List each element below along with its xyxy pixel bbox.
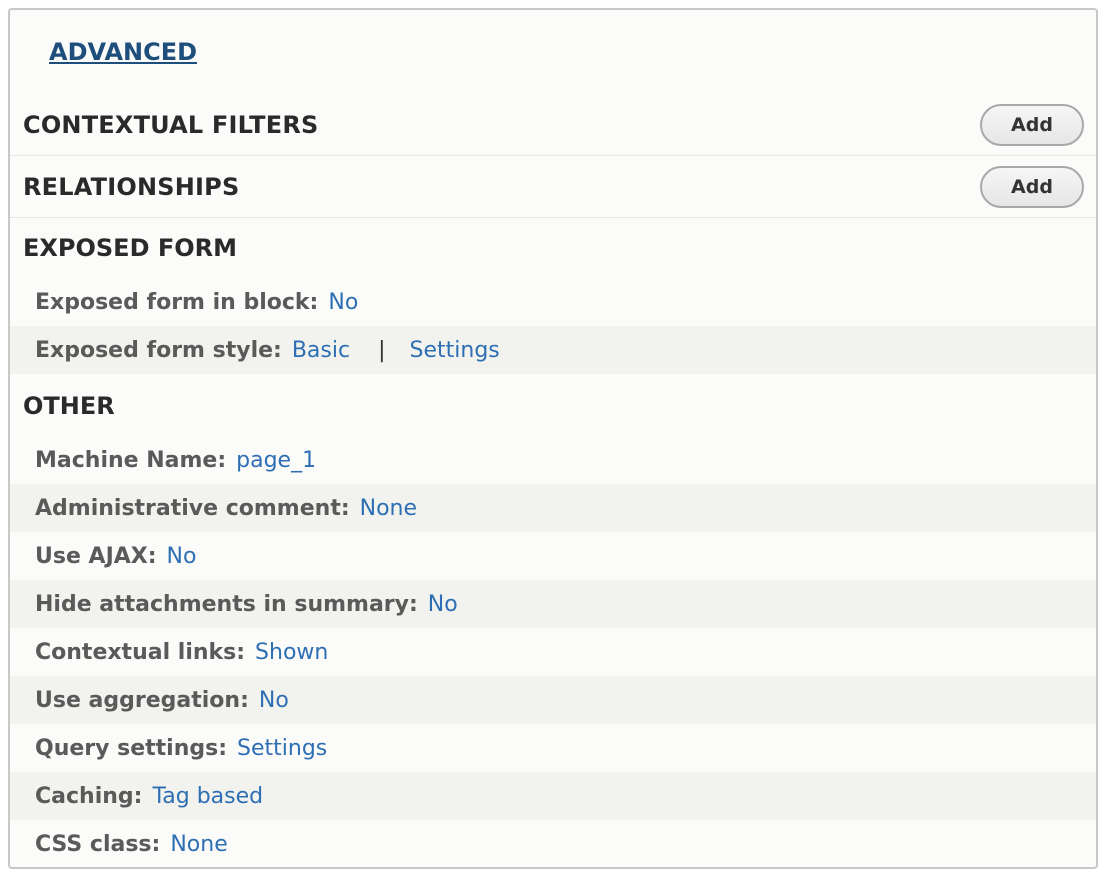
relationships-title: RELATIONSHIPS [23, 172, 240, 201]
query-settings-row: Query settings: Settings [10, 724, 1096, 772]
separator: | [378, 337, 386, 363]
exposed-form-style-row: Exposed form style: Basic | Settings [10, 326, 1096, 374]
add-relationship-button[interactable]: Add [980, 165, 1084, 208]
query-settings-link[interactable]: Settings [237, 736, 327, 761]
advanced-panel: ADVANCED CONTEXTUAL FILTERS Add RELATION… [8, 8, 1098, 869]
contextual-links-link[interactable]: Shown [255, 640, 328, 665]
relationships-bar: RELATIONSHIPS Add [10, 156, 1096, 218]
row-label: Contextual links: [35, 639, 246, 665]
row-label: Query settings: [35, 735, 228, 761]
exposed-form-style-link[interactable]: Basic [292, 338, 350, 363]
row-label: Administrative comment: [35, 495, 350, 521]
add-contextual-filter-button[interactable]: Add [980, 103, 1084, 146]
advanced-toggle-link[interactable]: ADVANCED [49, 38, 197, 66]
use-ajax-link[interactable]: No [167, 544, 197, 569]
row-label: Caching: [35, 783, 143, 809]
row-label: Machine Name: [35, 447, 227, 473]
use-ajax-row: Use AJAX: No [10, 532, 1096, 580]
exposed-form-in-block-link[interactable]: No [328, 290, 358, 315]
caching-row: Caching: Tag based [10, 772, 1096, 820]
hide-attachments-row: Hide attachments in summary: No [10, 580, 1096, 628]
css-class-link[interactable]: None [170, 832, 227, 857]
use-aggregation-link[interactable]: No [259, 688, 289, 713]
css-class-row: CSS class: None [10, 820, 1096, 867]
contextual-links-row: Contextual links: Shown [10, 628, 1096, 676]
administrative-comment-row: Administrative comment: None [10, 484, 1096, 532]
administrative-comment-link[interactable]: None [360, 496, 417, 521]
machine-name-link[interactable]: page_1 [236, 448, 316, 473]
use-aggregation-row: Use aggregation: No [10, 676, 1096, 724]
hide-attachments-link[interactable]: No [428, 592, 458, 617]
other-title: OTHER [23, 392, 115, 420]
row-label: Exposed form style: [35, 337, 282, 363]
contextual-filters-title: CONTEXTUAL FILTERS [23, 110, 319, 139]
row-label: Use aggregation: [35, 687, 249, 713]
exposed-form-title: EXPOSED FORM [23, 234, 238, 262]
row-label: Use AJAX: [35, 543, 157, 569]
row-label: CSS class: [35, 831, 161, 857]
caching-link[interactable]: Tag based [152, 784, 263, 809]
row-label: Exposed form in block: [35, 289, 319, 315]
contextual-filters-bar: CONTEXTUAL FILTERS Add [10, 94, 1096, 156]
machine-name-row: Machine Name: page_1 [10, 436, 1096, 484]
row-label: Hide attachments in summary: [35, 591, 418, 617]
exposed-form-in-block-row: Exposed form in block: No [10, 278, 1096, 326]
exposed-form-settings-link[interactable]: Settings [410, 338, 500, 363]
